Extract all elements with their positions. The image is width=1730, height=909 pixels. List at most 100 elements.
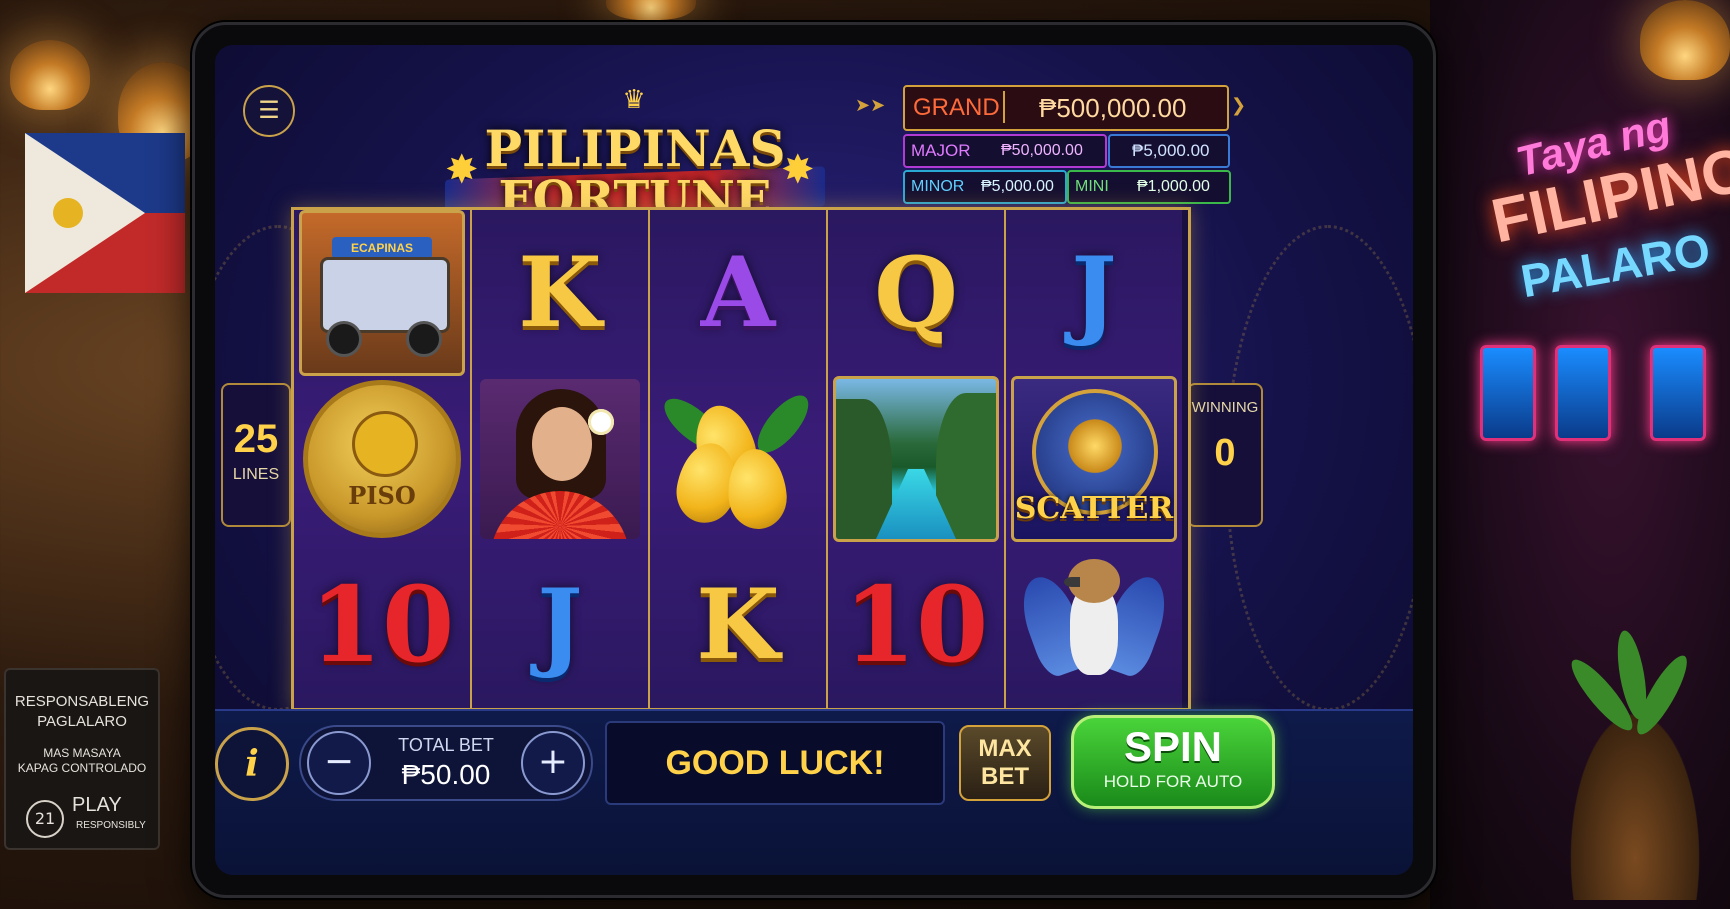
- potted-plant: [1560, 628, 1710, 900]
- game-screen: ☰ ♛ ✸ ✸ PILIPINAS FORTUNE ➤➤ ❯ GRAND ₱50…: [215, 45, 1413, 875]
- responsible-gaming-card: RESPONSABLENG PAGLALARO MAS MASAYA KAPAG C…: [4, 668, 160, 850]
- lines-panel: 25 LINES: [221, 383, 291, 527]
- divider: [1003, 91, 1005, 123]
- slot-machine: [1480, 345, 1536, 441]
- card-responsibly: RESPONSIBLY: [76, 820, 146, 831]
- scatter-text: SCATTER: [1014, 491, 1174, 526]
- jackpot-grand: GRAND ₱500,000.00: [903, 85, 1229, 131]
- symbol-10: 10: [309, 563, 455, 686]
- hamburger-icon: ☰: [258, 96, 280, 124]
- card-play: PLAY: [72, 794, 122, 816]
- wheel-icon: [326, 321, 362, 357]
- arrow-icon: ➤➤: [855, 95, 886, 116]
- reel-cell: [828, 376, 1004, 542]
- reel-cell: SCATTER: [1006, 376, 1182, 542]
- max-bet-line2: BET: [981, 763, 1029, 790]
- age-badge: 21: [26, 800, 64, 838]
- scatter-symbol: SCATTER: [1011, 376, 1177, 542]
- lines-label: LINES: [232, 466, 280, 483]
- lines-count: 25: [233, 417, 279, 461]
- jackpot-minor-value: ₱5,000.00: [981, 178, 1054, 195]
- tablet-device: ☰ ♛ ✸ ✸ PILIPINAS FORTUNE ➤➤ ❯ GRAND ₱50…: [192, 22, 1436, 898]
- jackpot-mini-label: MINI: [1075, 178, 1109, 195]
- slot-machine: [1650, 345, 1706, 441]
- logo-title-line1: PILIPINAS: [484, 119, 786, 178]
- fan-icon: [490, 491, 630, 539]
- reel-cell: [1006, 542, 1182, 708]
- cliff-left: [836, 399, 892, 539]
- info-button[interactable]: i: [215, 727, 289, 801]
- spin-sublabel: HOLD FOR AUTO: [1103, 772, 1243, 791]
- hanging-lamp: [1640, 0, 1730, 80]
- jackpot-mini: MINI ₱1,000.00: [1067, 170, 1231, 204]
- reel-cell: J: [472, 542, 648, 708]
- winning-panel: WINNING 0: [1187, 383, 1263, 527]
- mango-symbol: [656, 379, 818, 539]
- reel-cell: K: [650, 542, 826, 708]
- reel-cell: Q: [828, 210, 1004, 376]
- winning-label: WINNING: [1191, 399, 1259, 416]
- jackpot-major: MAJOR ₱50,000.00: [903, 134, 1107, 168]
- max-bet-line1: MAX: [978, 735, 1032, 762]
- jackpot-minor: MINOR ₱5,000.00: [903, 170, 1067, 204]
- jackpot-grand-value: ₱500,000.00: [1039, 92, 1187, 123]
- hanging-lamp: [10, 40, 90, 110]
- arrow-icon: ❯: [1231, 95, 1247, 116]
- spin-label: SPIN: [1123, 723, 1223, 770]
- reel-cell: J: [1006, 210, 1182, 376]
- reel-cell: K: [472, 210, 648, 376]
- reel-1: ECAPINAS PISO 10: [294, 210, 472, 708]
- reel-cell: 10: [828, 542, 1004, 708]
- reel-3: A K: [650, 210, 828, 708]
- max-bet-button[interactable]: MAX BET: [959, 725, 1051, 801]
- reel-cell: 10: [294, 542, 470, 708]
- reel-cell: [650, 376, 826, 542]
- reel-cell: ECAPINAS: [294, 210, 470, 376]
- symbol-j: J: [537, 568, 583, 681]
- spin-button[interactable]: SPIN HOLD FOR AUTO: [1071, 715, 1275, 809]
- piso-coin-symbol: PISO: [303, 380, 461, 538]
- symbol-j: J: [1071, 236, 1117, 349]
- face: [532, 407, 592, 481]
- jackpot-secondary-value: ₱5,000.00: [1132, 141, 1210, 160]
- symbol-k: K: [518, 236, 602, 349]
- reel-5: J SCATTER: [1006, 210, 1182, 708]
- wheel-icon: [406, 321, 442, 357]
- jackpot-minor-label: MINOR: [911, 178, 965, 195]
- flower-icon: [588, 409, 614, 435]
- reel-4: Q 10: [828, 210, 1006, 708]
- message-display: GOOD LUCK!: [605, 721, 945, 805]
- filipina-symbol: [480, 379, 640, 539]
- symbol-10: 10: [843, 563, 989, 686]
- symbol-k: K: [696, 568, 780, 681]
- control-bar: i − TOTAL BET ₱50.00 + GOOD LUCK! MAX BE…: [215, 709, 1413, 875]
- reel-2: K J: [472, 210, 650, 708]
- card-line1: RESPONSABLENG: [14, 693, 150, 710]
- card-line3: MAS MASAYA: [43, 746, 121, 760]
- winning-value: 0: [1214, 432, 1236, 474]
- jeepney-sign: ECAPINAS: [332, 237, 432, 259]
- river-symbol: [833, 376, 999, 542]
- jackpot-major-label: MAJOR: [911, 141, 971, 160]
- symbol-q: Q: [874, 236, 958, 349]
- jackpot-secondary: ₱5,000.00: [1108, 134, 1230, 168]
- reel-cell: [472, 376, 648, 542]
- menu-button[interactable]: ☰: [243, 85, 295, 137]
- eagle-symbol: [1012, 545, 1176, 705]
- philippine-flag: [25, 133, 185, 293]
- reel-grid: ECAPINAS PISO 10 K J A K Q 10 J SCATTER: [291, 207, 1191, 711]
- card-line4: KAPAG CONTROLADO: [17, 761, 147, 775]
- eagle-beak: [1064, 577, 1080, 587]
- symbol-a: A: [700, 236, 776, 349]
- sun-icon: [352, 411, 418, 477]
- coin-text: PISO: [348, 481, 416, 510]
- bet-control: − TOTAL BET ₱50.00 +: [299, 725, 593, 801]
- jeepney-symbol: ECAPINAS: [299, 210, 465, 376]
- crown-icon: ♛: [622, 85, 646, 115]
- reel-cell: PISO: [294, 376, 470, 542]
- increase-bet-button[interactable]: +: [521, 731, 585, 795]
- jackpot-major-value: ₱50,000.00: [1001, 142, 1083, 159]
- reel-cell: A: [650, 210, 826, 376]
- slot-machine: [1555, 345, 1611, 441]
- jackpot-mini-value: ₱1,000.00: [1137, 178, 1210, 195]
